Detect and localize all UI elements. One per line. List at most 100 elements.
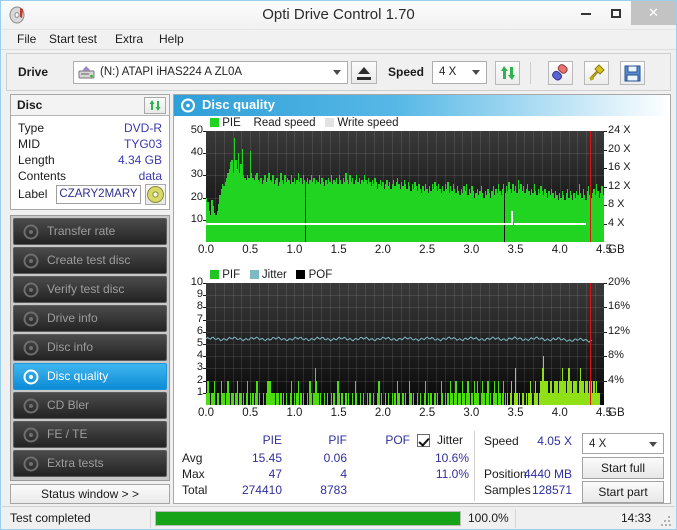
- tools-button[interactable]: [584, 61, 609, 85]
- disc-panel-title: Disc: [17, 98, 43, 112]
- test-speed-select[interactable]: 4 X: [582, 433, 664, 454]
- sidebar-item-verify-test-disc[interactable]: Verify test disc: [13, 276, 167, 303]
- axis-tick-label: 16%: [608, 300, 631, 313]
- green-refresh-arrows-icon: [149, 100, 161, 111]
- disc-test-icon: [23, 456, 39, 472]
- start-part-button[interactable]: Start part: [582, 481, 664, 503]
- row-label-avg: Avg: [182, 451, 203, 465]
- jitter-line: [206, 336, 593, 343]
- sidebar-item-label: Disc info: [47, 340, 94, 354]
- max-pif: 4: [340, 467, 347, 481]
- sidebar-item-cd-bler[interactable]: CD Bler: [13, 392, 167, 419]
- axis-tick: [604, 168, 607, 169]
- erase-button[interactable]: [548, 61, 573, 85]
- disc-info-panel: Disc Type DVD-R MID TYG03 Length 4.34 GB…: [10, 94, 170, 210]
- axis-tick-label: 12 X: [608, 179, 631, 192]
- eject-icon: [358, 67, 370, 74]
- avg-pie: 15.45: [251, 451, 282, 465]
- close-button[interactable]: ✕: [631, 1, 676, 25]
- minimize-button[interactable]: [571, 1, 601, 25]
- axis-tick-label: 3.0: [463, 244, 480, 256]
- floppy-save-icon: [624, 65, 641, 82]
- axis-tick-label: 4%: [608, 373, 624, 386]
- toolbar: Drive (N:) ATAPI iHAS224 A ZL0A Speed 4 …: [6, 53, 671, 91]
- green-refresh-arrows-icon: [501, 66, 515, 80]
- axis-unit-label: GB: [608, 407, 625, 419]
- jitter-checkbox[interactable]: [417, 434, 430, 447]
- menu-file[interactable]: File: [13, 32, 40, 48]
- maximize-button[interactable]: [601, 1, 631, 25]
- grid-line: [206, 153, 604, 154]
- disc-refresh-button[interactable]: [144, 97, 166, 114]
- disc-row-mid-key: MID: [18, 137, 40, 151]
- axis-tick: [604, 223, 607, 225]
- axis-tick: [203, 319, 206, 321]
- pif-plot-area[interactable]: [206, 283, 604, 405]
- sidebar-item-create-test-disc[interactable]: Create test disc: [13, 247, 167, 274]
- axis-tick-label: 4 X: [608, 216, 625, 229]
- pie-plot-area[interactable]: [206, 131, 604, 242]
- read-speed-notch: [511, 211, 513, 225]
- sidebar-item-label: Verify test disc: [47, 282, 125, 296]
- avg-pif: 0.06: [323, 451, 347, 465]
- read-speed-line: [514, 223, 586, 225]
- sidebar-item-drive-info[interactable]: Drive info: [13, 305, 167, 332]
- data-bar: [602, 195, 604, 242]
- disc-row-contents-val: data: [138, 169, 162, 183]
- sidebar-item-transfer-rate[interactable]: Transfer rate: [13, 218, 167, 245]
- opti-drive-control-window: Opti Drive Control 1.70 ✕ File Start tes…: [0, 0, 677, 530]
- save-button[interactable]: [620, 61, 645, 85]
- grid-line: [206, 175, 604, 176]
- sidebar-item-label: Disc quality: [47, 369, 109, 383]
- axis-tick: [203, 219, 206, 221]
- status-window-button[interactable]: Status window > >: [10, 484, 170, 504]
- refresh-button[interactable]: [495, 61, 520, 85]
- disc-label-button[interactable]: [145, 184, 166, 205]
- pif-legend-swatch: [210, 270, 219, 279]
- stats-divider: [474, 431, 475, 501]
- disc-panel-header: Disc: [11, 95, 169, 116]
- sidebar-item-label: Extra tests: [47, 456, 104, 470]
- sidebar-item-disc-info[interactable]: Disc info: [13, 334, 167, 361]
- axis-tick-label: 4.0: [551, 244, 568, 256]
- axis-tick: [604, 283, 607, 284]
- axis-tick: [604, 186, 607, 188]
- drive-select[interactable]: (N:) ATAPI iHAS224 A ZL0A: [73, 61, 348, 84]
- resize-grip[interactable]: [661, 516, 671, 526]
- status-text: Test completed: [10, 511, 91, 525]
- disc-test-icon: [23, 311, 39, 327]
- max-pie: 47: [268, 467, 282, 481]
- test-list: Transfer rate Create test disc Verify te…: [10, 215, 170, 481]
- axis-tick-label: 3: [196, 361, 203, 374]
- sidebar-item-extra-tests[interactable]: Extra tests: [13, 450, 167, 477]
- menu-extra[interactable]: Extra: [111, 32, 147, 48]
- progress-percent: 100.0%: [468, 511, 509, 525]
- disc-label-field[interactable]: CZARY2MARY: [56, 185, 141, 204]
- menu-start-test[interactable]: Start test: [45, 32, 101, 48]
- axis-tick: [203, 197, 206, 199]
- axis-tick-label: 0.5: [242, 244, 259, 256]
- axis-tick-label: 10: [190, 276, 203, 288]
- menu-help[interactable]: Help: [155, 32, 188, 48]
- status-divider-2: [515, 509, 516, 528]
- disc-row-contents-key: Contents: [18, 169, 67, 183]
- start-full-button[interactable]: Start full: [582, 457, 664, 479]
- axis-tick-label: 2.5: [419, 407, 436, 419]
- eject-icon-bar: [357, 77, 371, 80]
- axis-tick-label: 3.0: [463, 407, 480, 419]
- axis-tick-label: 20: [190, 190, 203, 203]
- sidebar-item-disc-quality[interactable]: Disc quality: [13, 363, 167, 390]
- disc-test-icon: [23, 282, 39, 298]
- status-bar: Test completed 100.0% 14:33: [2, 506, 675, 529]
- axis-tick-label: 2.0: [374, 407, 391, 419]
- speed-select[interactable]: 4 X: [432, 61, 487, 84]
- read-speed-legend-label: Read speed: [253, 117, 316, 129]
- disc-test-icon: [23, 427, 39, 443]
- position-stat-value: 4440 MB: [523, 467, 572, 481]
- wrench-icon: [589, 64, 605, 81]
- axis-tick-label: 8 X: [608, 198, 625, 210]
- axis-tick-label: 3.5: [507, 407, 524, 419]
- eject-button[interactable]: [351, 61, 377, 84]
- axis-tick: [203, 331, 206, 333]
- sidebar-item-fe-te[interactable]: FE / TE: [13, 421, 167, 448]
